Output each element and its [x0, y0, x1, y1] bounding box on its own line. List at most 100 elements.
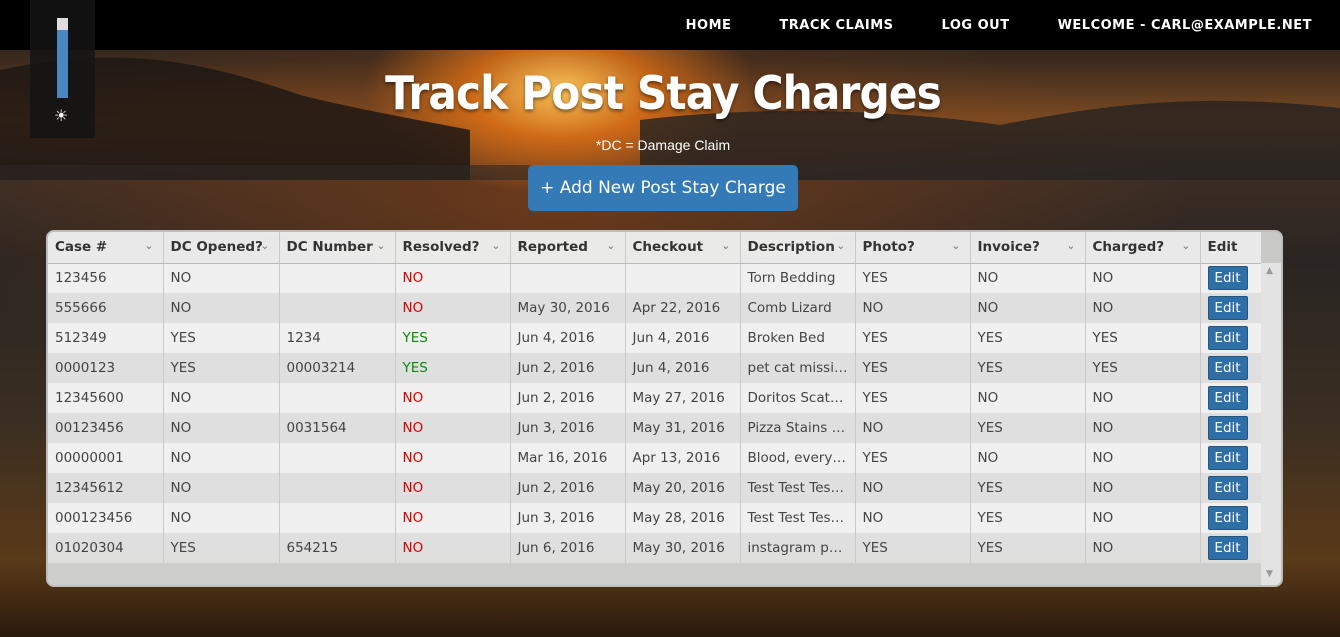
page-title: Track Post Stay Charges [385, 66, 942, 120]
dc-number-cell [279, 503, 396, 533]
table-row[interactable]: 12345600 NO NO Jun 2, 2016 May 27, 2016 Dorit… [48, 383, 1262, 413]
column-header-label: Reported [517, 239, 588, 256]
edit-cell: Edit [1200, 293, 1262, 323]
main-nav: HOME TRACK CLAIMS LOG OUT WELCOME - CARL… [686, 0, 1340, 50]
horizontal-scrollbar[interactable] [48, 563, 1261, 585]
edit-button[interactable]: Edit [1207, 536, 1248, 560]
edit-button[interactable]: Edit [1207, 476, 1248, 500]
chevron-down-icon[interactable]: ⌄ [491, 239, 500, 252]
edit-cell: Edit [1200, 533, 1262, 563]
column-header[interactable]: Charged? ⌄ [1085, 232, 1201, 264]
checkout-cell: May 27, 2016 [625, 383, 741, 413]
table-row[interactable]: 12345612 NO NO Jun 2, 2016 May 20, 2016 Test … [48, 473, 1262, 503]
photo-cell: NO [855, 503, 971, 533]
chevron-down-icon[interactable]: ⌄ [1066, 239, 1075, 252]
nav-home-link[interactable]: HOME [686, 18, 732, 33]
edit-button[interactable]: Edit [1207, 446, 1248, 470]
table-row[interactable]: 000123456 NO NO Jun 3, 2016 May 28, 2016 Test… [48, 503, 1262, 533]
charged-cell: NO [1085, 413, 1201, 443]
top-navbar: HOME TRACK CLAIMS LOG OUT WELCOME - CARL… [0, 0, 1340, 50]
reported-cell: Jun 3, 2016 [510, 503, 626, 533]
description-cell: Blood, everyw... [740, 443, 856, 473]
reported-cell: Jun 3, 2016 [510, 413, 626, 443]
dc-opened-cell: YES [163, 533, 280, 563]
checkout-cell: Apr 22, 2016 [625, 293, 741, 323]
invoice-cell: YES [970, 473, 1086, 503]
chevron-down-icon[interactable]: ⌄ [606, 239, 615, 252]
column-header-label: DC Opened? [170, 239, 263, 256]
edit-button[interactable]: Edit [1207, 266, 1248, 291]
column-header[interactable]: DC Number ⌄ [279, 232, 396, 264]
scroll-down-icon[interactable]: ▼ [1266, 569, 1273, 579]
resolved-cell: NO [395, 473, 511, 503]
charged-cell: NO [1085, 383, 1201, 413]
column-header[interactable]: Photo? ⌄ [855, 232, 971, 264]
column-header-label: Case # [55, 239, 108, 256]
charges-table: Case # ⌄ DC Opened? ⌄ DC Number ⌄ Resolved? ⌄ Re… [48, 232, 1262, 563]
charged-cell: NO [1085, 293, 1201, 323]
chevron-down-icon[interactable]: ⌄ [951, 239, 960, 252]
charged-cell: NO [1085, 443, 1201, 473]
edit-button[interactable]: Edit [1207, 416, 1248, 440]
edit-button[interactable]: Edit [1207, 506, 1248, 530]
resolved-cell: NO [395, 443, 511, 473]
nav-track-claims-link[interactable]: TRACK CLAIMS [779, 18, 893, 33]
dc-number-cell: 0031564 [279, 413, 396, 443]
table-row[interactable]: 0000123 YES 00003214 YES Jun 2, 2016 Jun 4, 2… [48, 353, 1262, 383]
case-number-cell: 512349 [48, 323, 164, 353]
table-body: 123456 NO NO Torn Bedding YES NO NO Edit 555666 N… [48, 263, 1262, 563]
chevron-down-icon[interactable]: ⌄ [1181, 239, 1190, 252]
table-row[interactable]: 123456 NO NO Torn Bedding YES NO NO Edit [48, 263, 1262, 293]
edit-button[interactable]: Edit [1207, 356, 1248, 380]
edit-button[interactable]: Edit [1207, 296, 1248, 320]
table-row[interactable]: 555666 NO NO May 30, 2016 Apr 22, 2016 Comb L… [48, 293, 1262, 323]
resolved-cell: NO [395, 413, 511, 443]
resolved-cell: YES [395, 353, 511, 383]
table-row[interactable]: 512349 YES 1234 YES Jun 4, 2016 Jun 4, 2016 Br… [48, 323, 1262, 353]
table-row[interactable]: 01020304 YES 654215 NO Jun 6, 2016 May 30, 20… [48, 533, 1262, 563]
column-header[interactable]: Invoice? ⌄ [970, 232, 1086, 264]
edit-button[interactable]: Edit [1207, 386, 1248, 410]
description-cell: Pizza Stains Ev... [740, 413, 856, 443]
column-header-label: Charged? [1092, 239, 1165, 256]
checkout-cell: May 31, 2016 [625, 413, 741, 443]
nav-welcome-user[interactable]: WELCOME - CARL@EXAMPLE.NET [1058, 18, 1312, 33]
table-row[interactable]: 00000001 NO NO Mar 16, 2016 Apr 13, 2016 Bloo… [48, 443, 1262, 473]
description-cell: Comb Lizard [740, 293, 856, 323]
case-number-cell: 555666 [48, 293, 164, 323]
table-row[interactable]: 00123456 NO 0031564 NO Jun 3, 2016 May 31, 20… [48, 413, 1262, 443]
column-header-label: Invoice? [977, 239, 1040, 256]
case-number-cell: 00000001 [48, 443, 164, 473]
chevron-down-icon[interactable]: ⌄ [836, 239, 845, 252]
checkout-cell: May 28, 2016 [625, 503, 741, 533]
edit-button[interactable]: Edit [1207, 326, 1248, 350]
nav-log-out-link[interactable]: LOG OUT [942, 18, 1010, 33]
dc-opened-cell: NO [163, 443, 280, 473]
column-header-label: Checkout [632, 239, 704, 256]
column-header[interactable]: Case # ⌄ [48, 232, 164, 264]
add-new-post-stay-charge-button[interactable]: + Add New Post Stay Charge [528, 165, 798, 211]
vertical-scrollbar[interactable]: ▲ ▼ [1261, 263, 1281, 585]
edit-cell: Edit [1200, 413, 1262, 443]
chevron-down-icon[interactable]: ⌄ [144, 239, 153, 252]
chevron-down-icon[interactable]: ⌄ [376, 239, 385, 252]
dc-number-cell [279, 443, 396, 473]
dc-opened-cell: NO [163, 473, 280, 503]
column-header[interactable]: Edit [1200, 232, 1262, 264]
description-cell: Broken Bed [740, 323, 856, 353]
column-header[interactable]: Description ⌄ [740, 232, 856, 264]
chevron-down-icon[interactable]: ⌄ [721, 239, 730, 252]
resolved-cell: NO [395, 503, 511, 533]
resolved-cell: NO [395, 383, 511, 413]
dc-legend-note: *DC = Damage Claim [595, 137, 731, 153]
scroll-up-icon[interactable]: ▲ [1266, 266, 1273, 276]
column-header[interactable]: Reported ⌄ [510, 232, 626, 264]
column-header[interactable]: DC Opened? ⌄ [163, 232, 280, 264]
column-header[interactable]: Resolved? ⌄ [395, 232, 511, 264]
dc-opened-cell: NO [163, 293, 280, 323]
column-header[interactable]: Checkout ⌄ [625, 232, 741, 264]
reported-cell: Jun 6, 2016 [510, 533, 626, 563]
description-cell: Test Test Test ... [740, 503, 856, 533]
chevron-down-icon[interactable]: ⌄ [260, 239, 269, 252]
edit-cell: Edit [1200, 323, 1262, 353]
